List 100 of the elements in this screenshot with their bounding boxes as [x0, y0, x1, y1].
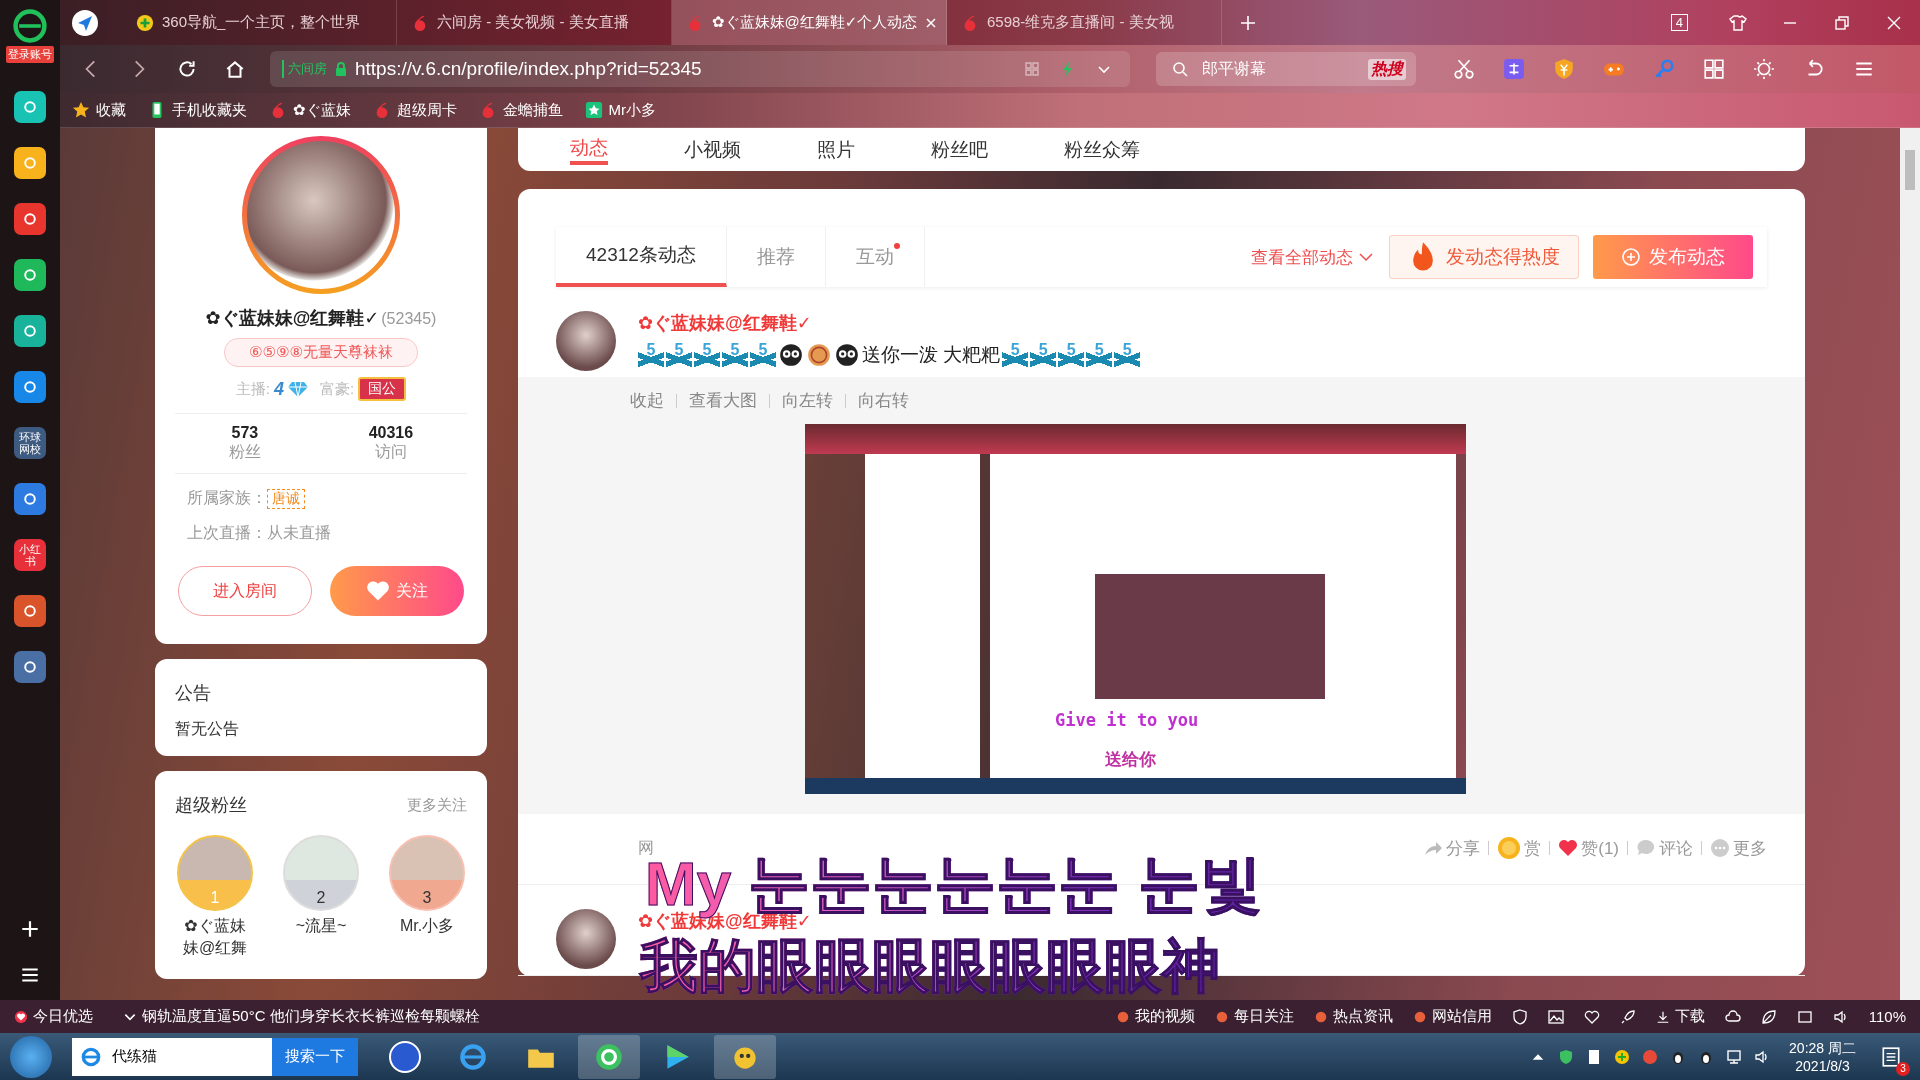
level-badge-icon: 5 [1058, 341, 1085, 369]
bookmark[interactable]: 手机收藏夹 [148, 100, 247, 120]
browser-e-icon [80, 1045, 102, 1068]
add-icon[interactable] [19, 918, 41, 940]
scrollbar[interactable] [1900, 128, 1920, 1000]
brightness-icon[interactable] [1753, 58, 1775, 80]
cloud-icon[interactable] [1724, 1008, 1741, 1025]
notes-icon [1880, 1045, 1902, 1068]
plus-circle-icon[interactable] [1614, 1048, 1631, 1065]
author-avatar[interactable] [556, 909, 616, 969]
post-text: 送你一泼 大粑粑 [862, 343, 1001, 367]
skin-icon[interactable] [1728, 12, 1748, 33]
bookmark[interactable]: Mr小多 [584, 100, 657, 120]
speaker-icon[interactable] [1832, 1008, 1849, 1025]
feed-tab[interactable]: 42312条动态 [556, 227, 727, 287]
heartbeat-icon[interactable] [1583, 1008, 1600, 1025]
ball-icon[interactable] [1642, 1048, 1659, 1065]
app-icon[interactable] [14, 371, 46, 403]
today-picks-link[interactable]: 今日优选 [14, 1007, 93, 1026]
clock-date[interactable]: 2021/8/3 [1795, 1057, 1850, 1074]
app-icon[interactable] [14, 315, 46, 347]
heart-icon [366, 580, 390, 602]
author-avatar[interactable] [556, 311, 616, 371]
app-icon[interactable] [14, 91, 46, 123]
login-label[interactable]: 登录账号 [6, 46, 54, 63]
browser-logo-icon[interactable] [12, 8, 48, 44]
profile-nav-tab[interactable]: 动态 [570, 134, 608, 165]
image-tool-button[interactable]: 收起 [630, 389, 664, 412]
search-field[interactable]: 郎平谢幕 热搜 [1156, 52, 1416, 86]
status-link[interactable]: 我的视频 [1115, 1007, 1195, 1026]
trending-label[interactable]: 热搜 [1368, 58, 1406, 80]
clock-time[interactable]: 20:28 周二 [1789, 1039, 1856, 1058]
profile-nav-tab[interactable]: 粉丝众筹 [1064, 136, 1140, 163]
image-tool-button[interactable]: 向左转 [782, 389, 833, 412]
fan-name[interactable]: ~流星~ [283, 915, 359, 937]
screenshot-image[interactable]: Give it to you 送给你 [805, 424, 1466, 794]
app-icon[interactable] [14, 651, 46, 683]
plus-circle-icon [136, 13, 154, 32]
leaf-icon[interactable] [1760, 1008, 1777, 1025]
app-icon[interactable] [14, 259, 46, 291]
view-all-dropdown[interactable]: 查看全部动态 [1251, 245, 1373, 269]
heart-icon [1558, 838, 1579, 858]
fan-avatar[interactable]: 2 [283, 835, 359, 911]
bookmark[interactable]: 收藏 [72, 100, 126, 120]
app-icon[interactable] [14, 595, 46, 627]
bookmark[interactable]: 超级周卡 [372, 100, 457, 120]
face-emoji-icon [778, 342, 804, 368]
status-link[interactable]: 每日关注 [1214, 1007, 1294, 1026]
app-icon[interactable] [14, 147, 46, 179]
download-button[interactable]: 下载 [1655, 1007, 1705, 1026]
profile-nav-tab[interactable]: 照片 [817, 136, 855, 163]
coin-icon [1497, 836, 1522, 860]
level-badge-icon: 5 [722, 341, 748, 369]
scissors-icon[interactable] [1453, 58, 1475, 80]
author-name[interactable]: ✿ぐ蓝妹妹@红舞鞋✓ [638, 311, 1141, 335]
bookmark[interactable]: ✿ぐ蓝妹 [269, 100, 351, 120]
bookmark[interactable]: 金蟾捕鱼 [478, 100, 563, 120]
app-icon[interactable] [14, 203, 46, 235]
dot-icon [1214, 1009, 1229, 1024]
search-button[interactable]: 搜索一下 [272, 1037, 358, 1076]
network-icon[interactable] [1726, 1048, 1743, 1065]
search-field[interactable]: 代练猫 [72, 1037, 272, 1076]
fan-avatar[interactable]: 3 [389, 835, 465, 911]
window-icon[interactable] [1796, 1008, 1813, 1025]
app-icon[interactable] [14, 483, 46, 515]
zoom-level[interactable]: 110% [1868, 1008, 1906, 1025]
shield-icon[interactable] [1511, 1008, 1528, 1025]
rank-badge: 国公 [358, 377, 407, 401]
status-link[interactable]: 热点资讯 [1313, 1007, 1393, 1026]
image-tool-button[interactable]: 查看大图 [689, 389, 757, 412]
profile-nav-tab[interactable]: 小视频 [684, 136, 741, 163]
shield-coin-icon[interactable] [1553, 58, 1575, 80]
app-icon[interactable]: 小红书 [14, 539, 46, 571]
certificate-label: 六间房 [282, 60, 327, 78]
apps-grid-icon[interactable] [1703, 58, 1725, 80]
level-badge-icon: 5 [666, 341, 692, 369]
navigation-icon[interactable] [70, 7, 100, 38]
status-link[interactable]: 网站信用 [1412, 1007, 1492, 1026]
browser-app-icon[interactable] [578, 1034, 640, 1079]
mascot-app-icon[interactable] [714, 1034, 776, 1079]
rank-number: 1 [210, 889, 220, 907]
rocket-icon[interactable] [1619, 1008, 1636, 1025]
translate-icon[interactable] [1503, 58, 1525, 80]
more-icon [1710, 838, 1730, 858]
image-tool-button[interactable]: 向右转 [858, 389, 909, 412]
enter-room-button[interactable]: 进入房间 [178, 566, 312, 616]
tab-count[interactable]: 4 [1670, 14, 1688, 31]
start-button[interactable] [10, 1035, 52, 1078]
image-icon[interactable] [1547, 1008, 1564, 1025]
app-icon[interactable]: 环球网校 [14, 427, 46, 459]
reload-icon[interactable] [176, 58, 198, 80]
profile-nav-tab[interactable]: 粉丝吧 [931, 136, 988, 163]
level-badge-icon: 5 [750, 341, 776, 369]
fan-name[interactable]: Mr.小多 [389, 915, 465, 937]
fan-name[interactable]: ✿ぐ蓝妹妹@红舞 [177, 915, 253, 959]
level-badge-icon: 5 [1114, 341, 1141, 369]
news-headline[interactable]: 钢轨温度直逼50°C 他们身穿长衣长裤巡检每颗螺栓 [123, 1007, 480, 1026]
browser-tab[interactable]: ✿ぐ蓝妹妹@红舞鞋✓个人动态 [672, 0, 947, 45]
close-tab-icon[interactable] [925, 16, 938, 29]
address-field[interactable]: 六间房 https://v.6.cn/profile/index.php?rid=52345 [270, 51, 1130, 87]
